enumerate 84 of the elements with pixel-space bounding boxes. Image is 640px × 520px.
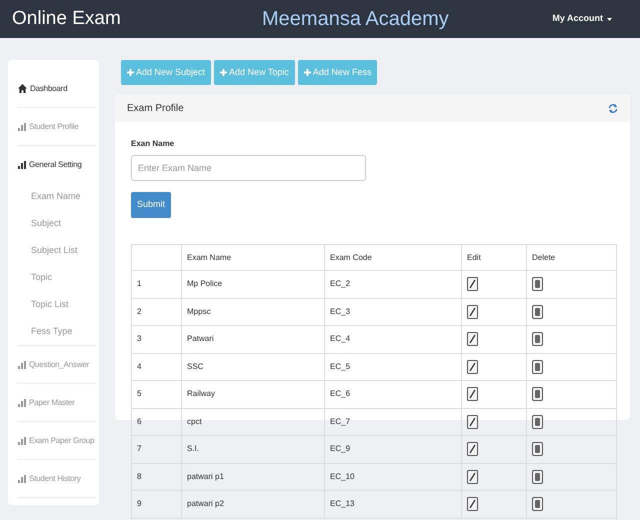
bar-chart-icon xyxy=(18,398,26,406)
table-cell: patwari p1 xyxy=(182,463,324,490)
submit-button[interactable]: Submit xyxy=(131,192,172,218)
table-cell: Patwari xyxy=(182,326,324,353)
bar-chart-icon xyxy=(18,360,26,368)
table-cell: EC_6 xyxy=(324,380,462,408)
edit-icon[interactable] xyxy=(467,387,478,402)
table-cell: patwari p2 xyxy=(182,490,324,518)
sidebar-subitem[interactable]: Subject xyxy=(18,210,95,237)
sidebar-subitem[interactable]: Topic xyxy=(18,264,95,291)
refresh-icon[interactable] xyxy=(608,103,618,114)
table-cell: EC_7 xyxy=(324,408,462,436)
table-cell: 9 xyxy=(132,490,182,518)
table-cell: cpct xyxy=(182,408,324,436)
sidebar-subitem[interactable]: Topic List xyxy=(18,291,95,318)
table-cell: 1 xyxy=(132,270,182,298)
table-cell: EC_5 xyxy=(324,353,462,380)
table-cell: 8 xyxy=(132,463,182,490)
sidebar-item[interactable]: Question_Answer xyxy=(18,346,95,383)
sidebar-item[interactable]: Exam Paper Group xyxy=(18,422,95,459)
table-cell: EC_9 xyxy=(324,436,462,463)
bar-chart-icon xyxy=(18,160,26,168)
add-button[interactable]: Add New Fess xyxy=(298,60,378,85)
plus-icon xyxy=(220,69,228,76)
trash-icon[interactable] xyxy=(532,387,543,402)
table-cell: 6 xyxy=(132,408,182,436)
column-header: Edit xyxy=(462,244,526,270)
sidebar-item[interactable]: Student Profile xyxy=(18,108,95,145)
table-cell: Mppsc xyxy=(182,298,324,326)
sidebar-subitem[interactable]: Exam Name xyxy=(18,183,95,210)
table-cell: 4 xyxy=(132,353,182,380)
sidebar-subitem[interactable]: Subject List xyxy=(18,237,95,264)
table-cell: EC_4 xyxy=(324,326,462,353)
brand[interactable]: Online Exam xyxy=(12,4,262,34)
trash-icon[interactable] xyxy=(532,442,543,456)
column-header: Exam Name xyxy=(182,244,324,270)
column-header: Exam Code xyxy=(324,244,462,270)
column-header: Delete xyxy=(526,244,616,270)
add-button[interactable]: Add New Subject xyxy=(121,60,212,85)
edit-icon[interactable] xyxy=(467,497,478,512)
add-button[interactable]: Add New Topic xyxy=(214,60,295,85)
trash-icon[interactable] xyxy=(532,360,543,374)
edit-icon[interactable] xyxy=(467,414,478,429)
edit-icon[interactable] xyxy=(467,277,478,292)
sidebar-item[interactable]: Student History xyxy=(18,460,95,497)
edit-icon[interactable] xyxy=(467,442,478,456)
account-menu[interactable]: My Account xyxy=(552,12,612,26)
table-cell: EC_13 xyxy=(324,490,462,518)
table-cell: SSC xyxy=(182,353,324,380)
table-cell: 7 xyxy=(132,436,182,463)
site-title: Meemansa Academy xyxy=(262,7,450,32)
plus-icon xyxy=(304,69,311,76)
trash-icon[interactable] xyxy=(532,497,543,512)
edit-icon[interactable] xyxy=(467,304,478,319)
trash-icon[interactable] xyxy=(532,414,543,429)
table-cell: EC_10 xyxy=(324,463,462,490)
trash-icon[interactable] xyxy=(532,470,543,484)
exam-name-field[interactable]: Enter Exam Name xyxy=(131,155,366,181)
plus-icon xyxy=(127,69,134,76)
table-cell: 5 xyxy=(132,380,182,408)
edit-icon[interactable] xyxy=(467,360,478,374)
table-cell: EC_2 xyxy=(324,270,462,298)
home-icon xyxy=(18,84,27,93)
bar-chart-icon xyxy=(18,474,26,482)
sidebar-subitem[interactable]: Fess Type xyxy=(18,318,95,345)
trash-icon[interactable] xyxy=(532,277,543,292)
table-cell: EC_3 xyxy=(324,298,462,326)
table-cell: S.I. xyxy=(182,436,324,463)
bar-chart-icon xyxy=(18,122,26,130)
table-cell: Mp Police xyxy=(182,270,324,298)
bar-chart-icon xyxy=(18,436,26,444)
field-label: Exan Name xyxy=(131,138,176,150)
table-cell: 2 xyxy=(132,298,182,326)
panel-title: Exam Profile xyxy=(127,102,184,116)
table-cell: 3 xyxy=(132,326,182,353)
edit-icon[interactable] xyxy=(467,332,478,346)
caret-icon xyxy=(607,18,612,20)
sidebar-item[interactable]: Paper Master xyxy=(18,384,95,421)
edit-icon[interactable] xyxy=(467,470,478,484)
sidebar-item[interactable]: General Setting xyxy=(18,146,95,183)
trash-icon[interactable] xyxy=(532,304,543,319)
sidebar-item[interactable]: Dashboard xyxy=(18,70,95,107)
trash-icon[interactable] xyxy=(532,332,543,346)
table-cell: Railway xyxy=(182,380,324,408)
